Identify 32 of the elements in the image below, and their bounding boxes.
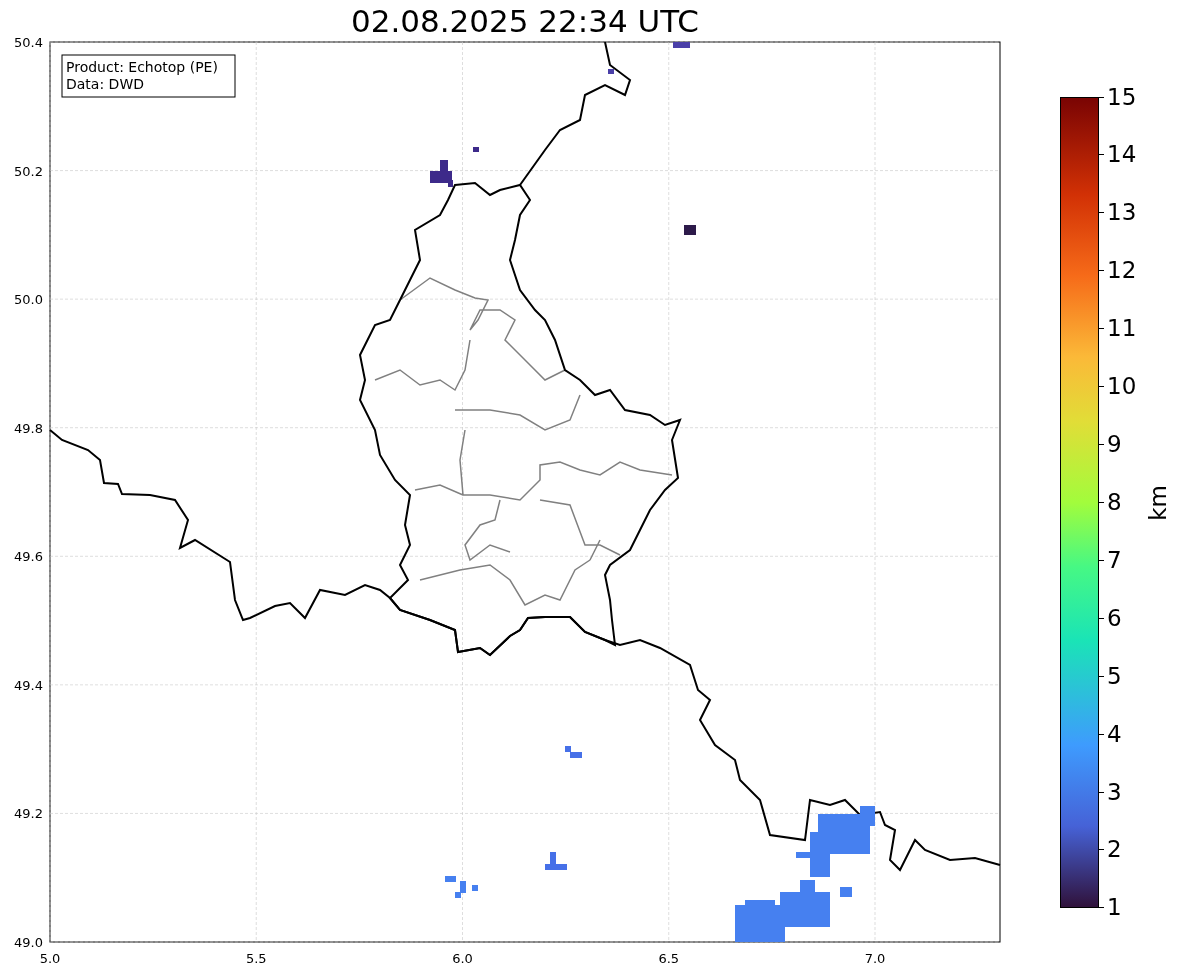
colorbar-tick-label: 4 (1107, 722, 1122, 746)
x-tick-label: 6.5 (658, 951, 680, 966)
colorbar-label: km (1145, 484, 1172, 521)
chart-title: 02.08.2025 22:34 UTC (351, 5, 699, 37)
colorbar-tick-label: 9 (1107, 433, 1122, 457)
x-tick-label: 6.0 (452, 951, 473, 966)
info-text: Product: Echotop (PE) (66, 59, 218, 75)
y-tick-label: 49.2 (14, 806, 43, 822)
colorbar-tick-label: 13 (1107, 201, 1137, 225)
y-tick-label: 49.0 (14, 935, 43, 950)
y-tick-label: 49.8 (14, 420, 43, 436)
colorbar-tick-label: 8 (1107, 490, 1122, 514)
colorbar-tick-label: 3 (1107, 780, 1122, 804)
colorbar-tick-label: 5 (1107, 664, 1122, 688)
colorbar-tick-label: 14 (1107, 143, 1137, 167)
x-tick-label: 5.5 (245, 951, 267, 966)
x-tick-label: 7.0 (864, 951, 886, 966)
y-tick-label: 50.4 (14, 35, 43, 50)
info-text: Data: DWD (66, 76, 144, 92)
colorbar-tick-label: 15 (1107, 85, 1137, 109)
colorbar-tick-label: 1 (1107, 896, 1122, 920)
x-tick-label: 5.0 (39, 951, 61, 966)
colorbar-tick-label: 6 (1107, 606, 1122, 630)
y-tick-label: 50.0 (14, 292, 43, 308)
y-tick-label: 49.4 (14, 677, 43, 693)
y-tick-label: 49.6 (14, 549, 43, 565)
colorbar-tick-label: 2 (1107, 838, 1122, 862)
colorbar-tick-label: 12 (1107, 259, 1137, 283)
y-tick-label: 50.2 (14, 163, 43, 179)
colorbar-tick-label: 10 (1107, 375, 1137, 399)
colorbar-tick-label: 7 (1107, 548, 1122, 572)
colorbar-tick-label: 11 (1107, 317, 1137, 341)
